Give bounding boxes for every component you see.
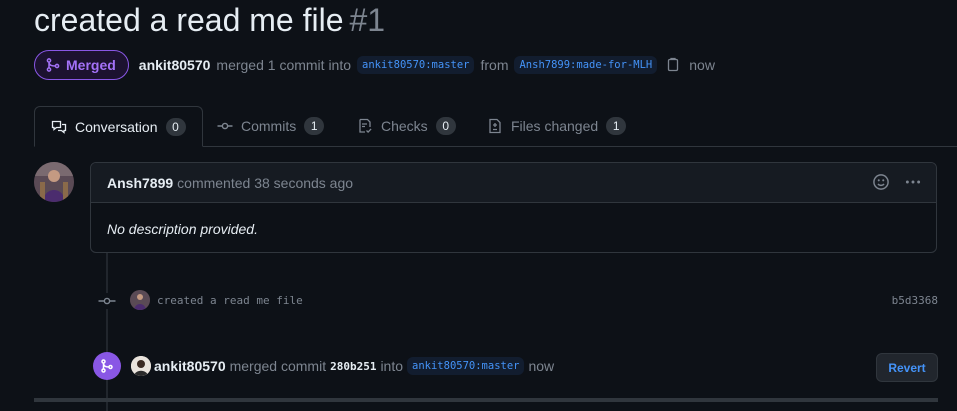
pr-title: created a read me file #1: [34, 2, 385, 39]
tab-checks[interactable]: Checks 0: [341, 106, 472, 146]
comment-body: No description provided.: [107, 221, 258, 237]
file-diff-icon: [487, 118, 503, 134]
git-commit-icon: [217, 118, 233, 134]
tab-checks-label: Checks: [381, 118, 428, 134]
comment-actions: [872, 173, 922, 194]
merge-summary-text: merged 1 commit into: [216, 57, 352, 73]
pr-title-text: created a read me file: [34, 2, 344, 38]
merger-author-link[interactable]: ankit80570: [154, 358, 226, 374]
revert-button[interactable]: Revert: [876, 353, 938, 382]
tab-commits-count: 1: [304, 117, 325, 135]
comment-header: Ansh7899 commented 38 seconds ago: [91, 163, 936, 203]
copy-icon[interactable]: [665, 57, 681, 73]
pr-number: #1: [349, 2, 386, 38]
kebab-horizontal-icon[interactable]: [904, 173, 922, 194]
pr-author-link[interactable]: ankit80570: [139, 57, 211, 73]
tab-checks-count: 0: [435, 117, 456, 135]
tab-files-changed-count: 1: [606, 117, 627, 135]
git-merge-icon: [93, 352, 121, 380]
merge-time: now: [528, 358, 555, 374]
comment-discussion-icon: [51, 119, 67, 135]
comment-timestamp: commented 38 seconds ago: [177, 174, 354, 191]
comment-author-link[interactable]: Ansh7899: [107, 175, 173, 191]
commit-sha-link[interactable]: b5d3368: [892, 294, 938, 307]
pr-meta: Merged ankit80570 merged 1 commit into a…: [34, 49, 715, 81]
smiley-icon[interactable]: [872, 173, 890, 194]
timeline-merge-event: ankit80570 merged commit 280b251 into an…: [93, 352, 938, 382]
comment-card: Ansh7899 commented 38 seconds ago No des…: [90, 162, 937, 253]
tab-files-changed-label: Files changed: [511, 118, 599, 134]
merged-status-label: Merged: [66, 57, 116, 73]
commit-author-avatar[interactable]: [130, 290, 150, 310]
merge-into-text: into: [380, 358, 404, 374]
merger-avatar[interactable]: [131, 356, 151, 376]
head-branch-link[interactable]: Ansh7899:made-for-MLH: [514, 56, 658, 74]
from-text: from: [480, 57, 509, 73]
tab-commits-label: Commits: [241, 118, 297, 134]
tab-conversation[interactable]: Conversation 0: [34, 106, 203, 147]
tab-files-changed[interactable]: Files changed 1: [471, 106, 642, 146]
tab-conversation-count: 0: [165, 117, 186, 136]
timeline-line: [106, 253, 108, 411]
comment-author-avatar[interactable]: [34, 162, 74, 202]
tab-conversation-label: Conversation: [75, 118, 158, 135]
merged-status-badge: Merged: [34, 50, 129, 80]
merge-action-text: merged commit: [229, 358, 327, 374]
merge-target-branch-link[interactable]: ankit80570:master: [407, 357, 525, 375]
git-commit-icon: [98, 293, 116, 309]
merge-commit-sha-link[interactable]: 280b251: [330, 360, 376, 373]
checklist-icon: [357, 118, 373, 134]
pr-tabs: Conversation 0 Commits 1 Checks 0 Files …: [34, 106, 957, 147]
tab-commits[interactable]: Commits 1: [201, 106, 340, 146]
timeline-commit-item: created a read me file b5d3368: [98, 289, 938, 313]
git-merge-icon: [45, 57, 61, 73]
merge-event-text: ankit80570 merged commit 280b251 into an…: [154, 357, 554, 375]
pr-time: now: [689, 57, 715, 73]
timeline-divider: [34, 398, 938, 402]
base-branch-link[interactable]: ankit80570:master: [357, 56, 475, 74]
commit-message-link[interactable]: created a read me file: [157, 294, 303, 307]
